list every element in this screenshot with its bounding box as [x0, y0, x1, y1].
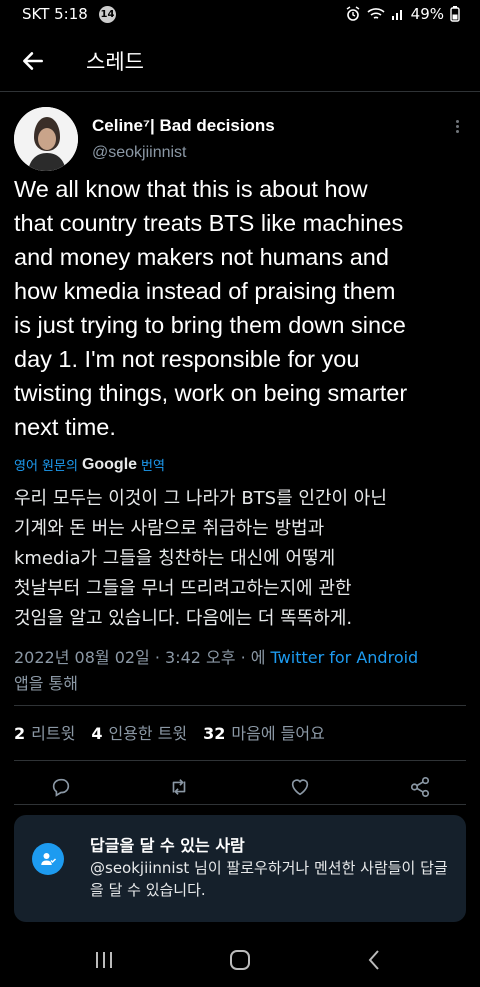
- status-icons: 49%: [345, 5, 460, 23]
- tweet-stats: 2 리트윗 4 인용한 트윗 32 마음에 들어요: [14, 720, 325, 744]
- status-bar: SKT 5:18 14 49%: [0, 0, 480, 30]
- page-title: 스레드: [86, 50, 144, 74]
- wifi-icon: [367, 8, 385, 19]
- tweet-source-link[interactable]: Twitter for Android: [271, 648, 419, 667]
- like-button[interactable]: [283, 770, 317, 804]
- retweet-button[interactable]: [162, 770, 196, 804]
- signal-icon: [391, 10, 402, 20]
- alarm-icon: [346, 6, 360, 21]
- tweet-actions: [0, 770, 480, 804]
- home-icon: [230, 950, 250, 970]
- divider: [14, 760, 466, 761]
- home-button[interactable]: [226, 948, 254, 972]
- reply-button[interactable]: [44, 770, 78, 804]
- heart-icon: [291, 779, 309, 796]
- tweet-source-suffix: 앱을 통해: [14, 674, 78, 693]
- display-name[interactable]: Celine⁷| Bad decisions: [92, 116, 275, 136]
- reply-card-description: @seokjiinnist 님이 팔로우하거나 멘션한 사람들이 답글을 달 수…: [90, 859, 448, 899]
- quotes-stat[interactable]: 4 인용한 트윗: [91, 720, 187, 744]
- carrier-time: SKT 5:18: [22, 5, 88, 23]
- recent-apps-button[interactable]: [90, 948, 118, 972]
- back-nav-button[interactable]: [360, 948, 388, 972]
- notification-badge: 14: [99, 6, 116, 23]
- tweet-meta: 2022년 08월 02일 · 3:42 오후 · 에 Twitter for …: [14, 645, 464, 697]
- chevron-left-icon: [368, 950, 379, 970]
- retweet-icon: [172, 779, 186, 795]
- system-nav-bar: [0, 934, 480, 987]
- mention-user-icon: [32, 843, 64, 875]
- battery-percent: 49%: [410, 5, 444, 23]
- back-button[interactable]: [20, 48, 46, 74]
- translated-text: 우리 모두는 이것이 그 나라가 BTS를 인간이 아닌 기계와 돈 버는 사람…: [14, 488, 387, 629]
- divider: [14, 705, 466, 706]
- retweets-stat[interactable]: 2 리트윗: [14, 720, 75, 744]
- reply-restriction-card: 답글을 달 수 있는 사람 @seokjiinnist 님이 팔로우하거나 멘션…: [14, 815, 466, 922]
- avatar[interactable]: [14, 107, 78, 171]
- battery-icon: [450, 6, 460, 22]
- share-button[interactable]: [403, 770, 437, 804]
- more-vertical-icon: [455, 120, 459, 123]
- tweet-date: 2022년 08월 02일 · 3:42 오후 · 에: [14, 648, 271, 667]
- likes-stat[interactable]: 32 마음에 들어요: [203, 720, 325, 744]
- divider: [14, 804, 466, 805]
- arrow-left-icon: [23, 52, 43, 70]
- reply-card-title: 답글을 달 수 있는 사람: [90, 836, 245, 855]
- translate-suffix: 번역: [141, 459, 165, 474]
- google-logo: Google: [81, 455, 138, 473]
- translation-attribution[interactable]: 영어 원문의 Google 번역: [14, 455, 165, 475]
- reply-icon: [52, 778, 70, 797]
- tweet-text: We all know that this is about how that …: [14, 176, 408, 440]
- more-options-button[interactable]: [452, 118, 462, 138]
- avatar-image: [14, 107, 78, 171]
- recent-apps-icon: [96, 952, 112, 968]
- share-icon: [410, 777, 430, 797]
- translate-prefix: 영어 원문의: [14, 459, 78, 474]
- user-handle[interactable]: @seokjiinnist: [92, 144, 187, 162]
- top-bar: 스레드: [0, 30, 480, 92]
